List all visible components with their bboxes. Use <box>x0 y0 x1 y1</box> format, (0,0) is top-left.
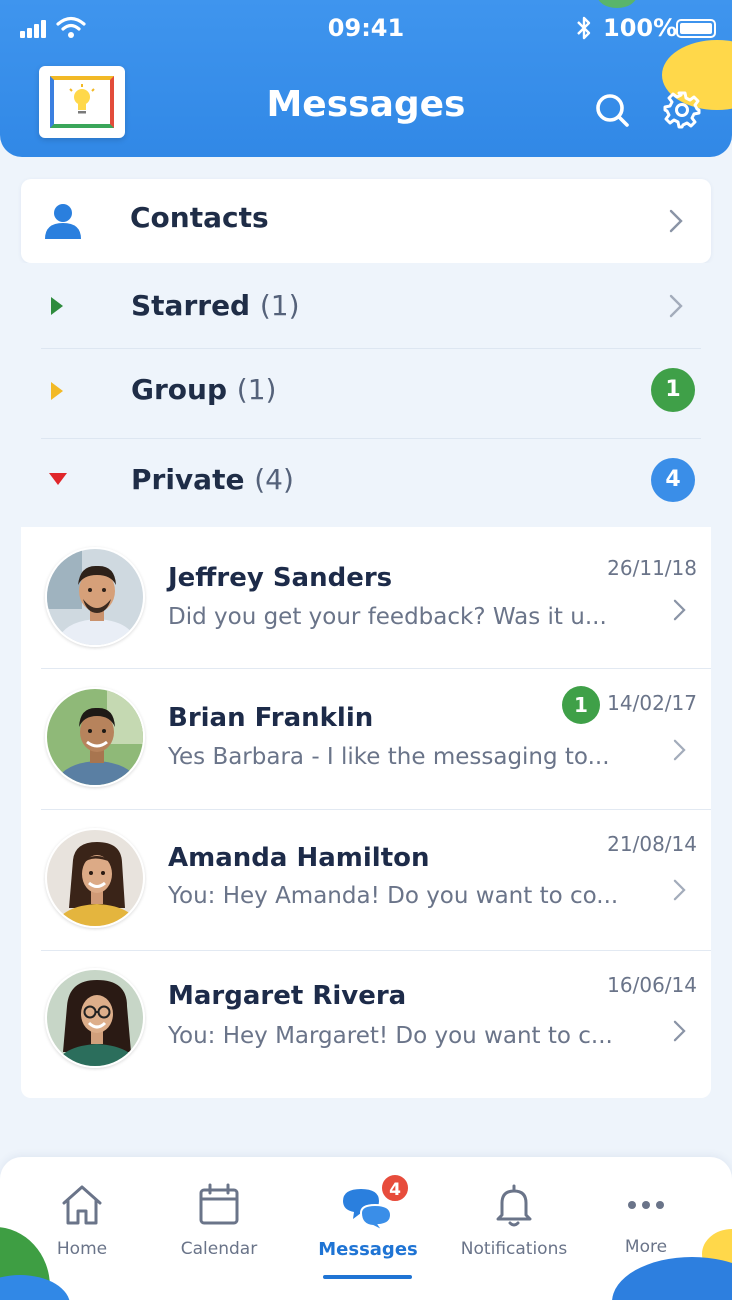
folder-label: Group <box>131 373 228 406</box>
chevron-right-icon <box>673 739 686 761</box>
message-preview: You: Hey Amanda! Do you want to co... <box>168 883 619 909</box>
nav-notifications[interactable]: Notifications <box>456 1157 572 1300</box>
chevron-right-icon <box>669 294 683 318</box>
message-date: 16/06/14 <box>607 973 697 997</box>
contact-name: Margaret Rivera <box>168 981 407 1011</box>
contacts-label: Contacts <box>130 201 269 234</box>
folder-label: Private <box>131 463 245 496</box>
conversation-list: Jeffrey Sanders Did you get your feedbac… <box>21 527 711 1098</box>
nav-label: Notifications <box>460 1239 568 1259</box>
folder-count: (1) <box>236 373 277 406</box>
nav-label: Home <box>56 1239 108 1259</box>
bell-icon <box>496 1184 532 1227</box>
battery-percent: 100% <box>603 14 678 42</box>
chevron-right-icon <box>673 599 686 621</box>
folder-starred[interactable]: Starred (1) <box>21 263 711 351</box>
folder-private[interactable]: Private (4) 4 <box>21 439 711 527</box>
avatar <box>45 828 145 928</box>
nav-label: Calendar <box>180 1239 258 1259</box>
settings-button[interactable] <box>662 88 702 132</box>
conversation-item[interactable]: Brian Franklin Yes Barbara - I like the … <box>21 669 711 810</box>
nav-calendar[interactable]: Calendar <box>169 1157 269 1300</box>
contact-name: Brian Franklin <box>168 703 374 733</box>
conversation-item[interactable]: Margaret Rivera You: Hey Margaret! Do yo… <box>21 951 711 1092</box>
active-indicator <box>323 1275 412 1279</box>
more-icon <box>628 1201 664 1209</box>
avatar <box>45 968 145 1068</box>
person-icon <box>45 204 81 239</box>
contact-name: Amanda Hamilton <box>168 843 430 873</box>
unread-badge: 1 <box>562 686 600 724</box>
messages-badge: 4 <box>380 1173 410 1203</box>
contact-name: Jeffrey Sanders <box>168 563 393 593</box>
nav-messages[interactable]: 4 Messages <box>313 1157 423 1300</box>
status-bar: 09:41 100% <box>0 0 732 56</box>
folder-count: (1) <box>259 289 300 322</box>
caret-right-icon <box>51 297 63 315</box>
gear-icon <box>663 91 701 129</box>
folder-group[interactable]: Group (1) 1 <box>21 349 711 437</box>
folder-count: (4) <box>254 463 294 496</box>
battery-icon <box>676 19 716 38</box>
conversation-item[interactable]: Jeffrey Sanders Did you get your feedbac… <box>21 527 711 668</box>
folder-list: Starred (1) Group (1) 1 Private (4) 4 <box>21 263 711 527</box>
chevron-right-icon <box>669 209 683 233</box>
avatar <box>45 547 145 647</box>
caret-down-icon <box>49 473 67 485</box>
app-header: 09:41 100% Messages <box>0 0 732 157</box>
folder-label: Starred <box>131 289 251 322</box>
bluetooth-icon <box>577 16 591 40</box>
unread-badge: 4 <box>651 458 695 502</box>
conversation-item[interactable]: Amanda Hamilton You: Hey Amanda! Do you … <box>21 810 711 951</box>
chevron-right-icon <box>673 1020 686 1042</box>
avatar <box>45 687 145 787</box>
message-date: 26/11/18 <box>607 556 697 580</box>
message-preview: Yes Barbara - I like the messaging to... <box>168 744 610 770</box>
message-preview: You: Hey Margaret! Do you want to c... <box>168 1023 613 1049</box>
nav-label: More <box>624 1237 668 1257</box>
unread-badge: 1 <box>651 368 695 412</box>
search-button[interactable] <box>592 88 632 132</box>
message-preview: Did you get your feedback? Was it u... <box>168 604 607 630</box>
nav-home[interactable]: Home <box>32 1157 132 1300</box>
contacts-row[interactable]: Contacts <box>21 179 711 263</box>
chevron-right-icon <box>673 879 686 901</box>
calendar-icon <box>199 1183 239 1225</box>
message-date: 14/02/17 <box>607 691 697 715</box>
message-date: 21/08/14 <box>607 832 697 856</box>
bottom-navigation: Home Calendar 4 Messages Notifications M… <box>0 1157 732 1300</box>
caret-right-icon <box>51 382 63 400</box>
nav-label: Messages <box>318 1239 418 1260</box>
search-icon <box>596 94 629 127</box>
nav-more[interactable]: More <box>600 1157 692 1300</box>
home-icon <box>62 1185 102 1225</box>
